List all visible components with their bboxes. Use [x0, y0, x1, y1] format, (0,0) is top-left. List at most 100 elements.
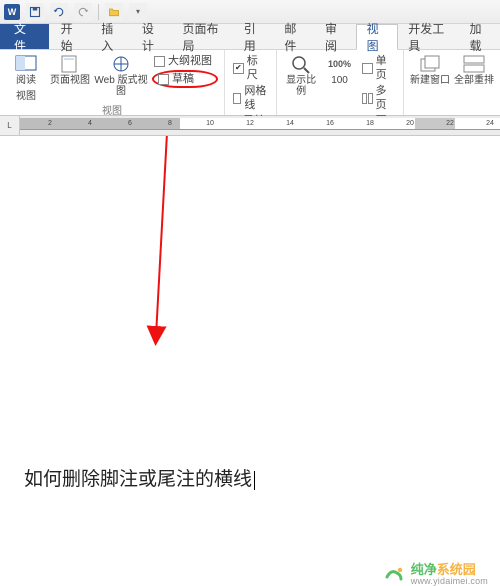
ruler-label: 标尺 [247, 54, 268, 82]
zoom-label: 显示比例 [283, 75, 319, 97]
ruler-tick: 20 [400, 118, 420, 130]
ruler-corner: L [0, 116, 20, 135]
ruler-tick [180, 118, 200, 130]
tab-developer[interactable]: 开发工具 [398, 24, 459, 49]
document-body-text[interactable]: 如何删除脚注或尾注的横线 [24, 464, 255, 491]
one-page-label: 单页 [376, 54, 395, 82]
outline-checkbox [154, 56, 165, 67]
horizontal-ruler[interactable]: L 24681012141618202224262830323436384042 [0, 116, 500, 136]
hundred-percent-label: 100 [331, 75, 348, 86]
new-window-label: 新建窗口 [410, 75, 450, 86]
multi-page-button[interactable]: 多页 [360, 84, 397, 112]
gridlines-label: 网格线 [244, 84, 268, 112]
ruler-tick [140, 118, 160, 130]
qat-save-button[interactable] [26, 3, 44, 21]
group-window: 新建窗口 全部重排 [404, 50, 500, 115]
ruler-checkbox [233, 63, 244, 74]
tab-page-layout[interactable]: 页面布局 [173, 24, 234, 49]
tab-file[interactable]: 文件 [0, 24, 49, 49]
ruler-tick [100, 118, 120, 130]
qat-customize-dropdown[interactable]: ▾ [129, 3, 147, 21]
reading-view-label-2: 视图 [16, 87, 36, 102]
ruler-strip: 24681012141618202224262830323436384042 [20, 118, 500, 134]
ruler-tick: 22 [440, 118, 460, 130]
document-workspace[interactable]: 如何删除脚注或尾注的横线 纯净系统园 www.yidaimei.com [0, 136, 500, 586]
text-cursor [254, 471, 255, 490]
ruler-tick [380, 118, 400, 130]
ruler-tick [220, 118, 240, 130]
hundred-percent-button[interactable]: 100% 100 [323, 52, 356, 86]
tab-references[interactable]: 引用 [234, 24, 275, 49]
ruler-tick [260, 118, 280, 130]
ruler-tick: 12 [240, 118, 260, 130]
ruler-toggle[interactable]: 标尺 [231, 54, 270, 82]
gridlines-toggle[interactable]: 网格线 [231, 84, 270, 112]
ruler-tick [460, 118, 480, 130]
arrange-all-label: 全部重排 [454, 75, 494, 86]
undo-icon [53, 6, 65, 18]
ruler-tick: 18 [360, 118, 380, 130]
draft-checkbox [158, 74, 169, 85]
reading-view-button[interactable]: 阅读 视图 [6, 52, 46, 102]
qat-open-button[interactable] [105, 3, 123, 21]
qat-redo-button[interactable] [74, 3, 92, 21]
page-view-label: 页面视图 [50, 75, 90, 86]
arrange-all-button[interactable]: 全部重排 [454, 52, 494, 86]
zoom-icon [289, 54, 313, 74]
reading-view-icon [14, 54, 38, 74]
arrange-all-icon [462, 54, 486, 74]
ruler-tick: 16 [320, 118, 340, 130]
tab-review[interactable]: 审阅 [315, 24, 356, 49]
reading-view-label-1: 阅读 [16, 75, 36, 86]
multi-page-icon [362, 93, 373, 104]
new-window-button[interactable]: 新建窗口 [410, 52, 450, 86]
ruler-tick: 8 [160, 118, 180, 130]
ruler-tick [340, 118, 360, 130]
web-layout-label: Web 版式视图 [94, 75, 148, 97]
watermark-title: 纯净系统园 [411, 563, 488, 577]
watermark-icon [383, 563, 405, 585]
hundred-percent-icon: 100% [328, 54, 352, 74]
group-views: 阅读 视图 页面视图 Web 版式视图 大纲视图 [0, 50, 225, 115]
qat-undo-button[interactable] [50, 3, 68, 21]
ruler-tick: 6 [120, 118, 140, 130]
ruler-tick [20, 118, 40, 130]
ribbon-view: 阅读 视图 页面视图 Web 版式视图 大纲视图 [0, 50, 500, 116]
page-view-button[interactable]: 页面视图 [50, 52, 90, 86]
ruler-tick [60, 118, 80, 130]
outline-view-toggle[interactable]: 大纲视图 [152, 54, 218, 68]
save-icon [29, 6, 41, 18]
ribbon-tabs: 文件 开始 插入 设计 页面布局 引用 邮件 审阅 视图 开发工具 加载 [0, 24, 500, 50]
ruler-tick: 4 [80, 118, 100, 130]
draft-label: 草稿 [172, 72, 194, 86]
new-window-icon [418, 54, 442, 74]
tab-view[interactable]: 视图 [356, 24, 399, 50]
draft-view-toggle[interactable]: 草稿 [152, 70, 218, 88]
tab-insert[interactable]: 插入 [91, 24, 132, 49]
ruler-tick: 2 [40, 118, 60, 130]
folder-icon [108, 6, 120, 18]
web-layout-icon [109, 54, 133, 74]
one-page-icon [362, 63, 373, 74]
word-app-icon: W [4, 4, 20, 20]
ruler-tick [420, 118, 440, 130]
annotation-arrow [0, 136, 500, 476]
watermark: 纯净系统园 www.yidaimei.com [383, 563, 488, 586]
watermark-url: www.yidaimei.com [411, 577, 488, 586]
views-small-column: 大纲视图 草稿 [152, 52, 218, 88]
ruler-tick: 14 [280, 118, 300, 130]
one-page-button[interactable]: 单页 [360, 54, 397, 82]
ruler-tick [300, 118, 320, 130]
group-window-label [451, 103, 454, 115]
tab-addins[interactable]: 加载 [459, 24, 500, 49]
group-zoom: 显示比例 100% 100 单页 多页 页宽 [277, 50, 404, 115]
tab-home[interactable]: 开始 [51, 24, 92, 49]
qat-separator [98, 4, 99, 20]
group-show: 标尺 网格线 导航窗格 显示 [225, 50, 277, 115]
tab-design[interactable]: 设计 [132, 24, 173, 49]
web-layout-button[interactable]: Web 版式视图 [94, 52, 148, 97]
gridlines-checkbox [233, 93, 241, 104]
tab-mailings[interactable]: 邮件 [274, 24, 315, 49]
zoom-button[interactable]: 显示比例 [283, 52, 319, 97]
multi-page-label: 多页 [375, 84, 395, 112]
